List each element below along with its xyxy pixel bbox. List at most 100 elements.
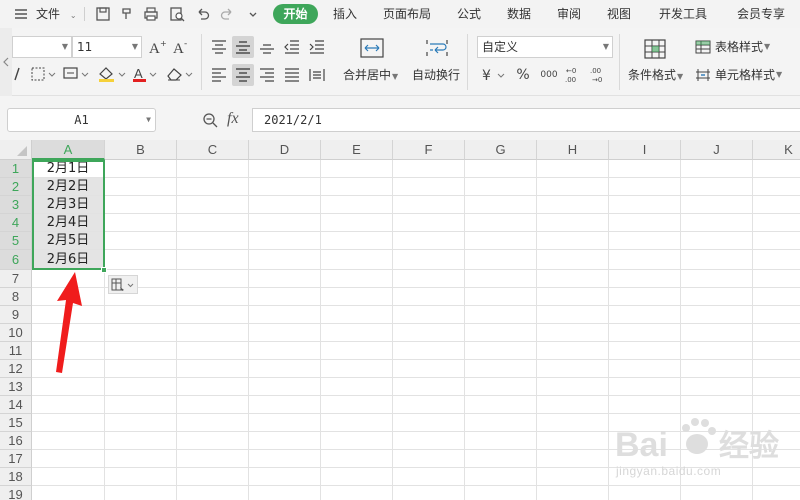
save-icon[interactable] (94, 5, 112, 23)
row-header-17[interactable]: 17 (0, 450, 32, 468)
clear-format-button[interactable] (164, 64, 196, 84)
currency-format-button[interactable]: ¥ (480, 64, 508, 86)
column-header-i[interactable]: I (609, 140, 681, 160)
format-painter-icon[interactable] (118, 5, 136, 23)
row-header-1[interactable]: 1 (0, 160, 32, 178)
column-header-e[interactable]: E (321, 140, 393, 160)
name-box[interactable]: A1 ▼ (7, 108, 156, 132)
distributed-align-button[interactable] (306, 64, 328, 86)
row-header-2[interactable]: 2 (0, 178, 32, 196)
align-left-button[interactable] (208, 64, 230, 86)
column-header-b[interactable]: B (105, 140, 177, 160)
row-header-14[interactable]: 14 (0, 396, 32, 414)
tab-formulas[interactable]: 公式 (457, 0, 481, 28)
increase-indent-button[interactable] (306, 36, 328, 58)
font-name-select[interactable]: ▼ (12, 36, 72, 58)
tab-developer[interactable]: 开发工具 (659, 0, 707, 28)
column-header-f[interactable]: F (393, 140, 465, 160)
row-header-15[interactable]: 15 (0, 414, 32, 432)
row-header-6[interactable]: 6 (0, 250, 32, 270)
column-header-g[interactable]: G (465, 140, 537, 160)
quick-access-dropdown-icon[interactable] (244, 5, 262, 23)
borders-button[interactable] (30, 64, 58, 84)
percent-format-button[interactable]: % (512, 64, 534, 86)
zoom-search-icon[interactable] (200, 110, 220, 130)
font-color-button[interactable]: A (130, 64, 160, 84)
fill-color-button[interactable] (96, 64, 130, 84)
conditional-format-button[interactable]: 条件格式▼ (628, 66, 683, 83)
spreadsheet-grid[interactable]: A B C D E F G H I J K 1 2 3 4 5 6 7 8 9 … (0, 140, 800, 500)
file-menu[interactable]: 文件 ⌄ (36, 0, 77, 28)
row-header-3[interactable]: 3 (0, 196, 32, 214)
formula-input[interactable]: 2021/2/1 (252, 108, 800, 132)
tab-review[interactable]: 审阅 (557, 0, 581, 28)
insert-function-button[interactable]: fx (227, 110, 239, 128)
cell-style-button[interactable]: 单元格样式 ▼ (695, 66, 782, 83)
cell-a6[interactable]: 2月6日 (32, 250, 104, 269)
table-style-button[interactable]: 表格样式 ▼ (695, 38, 770, 55)
gridline (32, 287, 800, 288)
align-top-button[interactable] (208, 36, 230, 58)
print-preview-icon[interactable] (168, 5, 186, 23)
chevron-down-icon: ⌄ (69, 11, 77, 20)
conditional-format-icon[interactable] (640, 36, 670, 62)
thousands-separator-button[interactable]: 000 (537, 64, 561, 86)
column-header-c[interactable]: C (177, 140, 249, 160)
undo-icon[interactable] (194, 5, 212, 23)
column-header-a[interactable]: A (32, 140, 105, 160)
align-right-button[interactable] (256, 64, 278, 86)
row-header-9[interactable]: 9 (0, 306, 32, 324)
wrap-text-button[interactable]: 自动换行 (412, 66, 460, 83)
align-middle-button[interactable] (232, 36, 254, 58)
auto-fill-options-button[interactable] (108, 275, 138, 294)
font-size-select[interactable]: 11 ▼ (72, 36, 142, 58)
tab-page-layout[interactable]: 页面布局 (383, 0, 431, 28)
row-header-5[interactable]: 5 (0, 232, 32, 250)
cell-a5[interactable]: 2月5日 (32, 232, 104, 249)
increase-font-size-button[interactable]: A + (148, 36, 168, 58)
tab-view[interactable]: 视图 (607, 0, 631, 28)
tab-insert[interactable]: 插入 (333, 0, 357, 28)
number-format-select[interactable]: 自定义 ▼ (477, 36, 613, 58)
align-center-button[interactable] (232, 64, 254, 86)
column-header-j[interactable]: J (681, 140, 753, 160)
ribbon-scroll-left-button[interactable] (0, 28, 12, 96)
row-header-19[interactable]: 19 (0, 486, 32, 500)
row-header-12[interactable]: 12 (0, 360, 32, 378)
cell-a2[interactable]: 2月2日 (32, 178, 104, 195)
cell-fill-format-button[interactable] (62, 64, 92, 84)
print-icon[interactable] (142, 5, 160, 23)
decrease-decimal-button[interactable]: .00 →0 (588, 64, 610, 86)
select-all-corner[interactable] (0, 140, 32, 160)
column-header-d[interactable]: D (249, 140, 321, 160)
align-bottom-button[interactable] (256, 36, 278, 58)
merge-center-icon[interactable] (355, 34, 389, 62)
redo-icon[interactable] (218, 5, 236, 23)
fill-handle[interactable] (101, 267, 107, 273)
row-header-11[interactable]: 11 (0, 342, 32, 360)
tab-data[interactable]: 数据 (507, 0, 531, 28)
row-header-4[interactable]: 4 (0, 214, 32, 232)
row-header-13[interactable]: 13 (0, 378, 32, 396)
row-header-10[interactable]: 10 (0, 324, 32, 342)
chevron-down-icon: ▼ (764, 42, 771, 51)
row-header-18[interactable]: 18 (0, 468, 32, 486)
cell-a1[interactable]: 2月1日 (32, 161, 104, 177)
cell-a4[interactable]: 2月4日 (32, 214, 104, 231)
hamburger-menu-icon[interactable] (12, 5, 30, 23)
wrap-text-icon[interactable] (422, 34, 452, 62)
increase-decimal-button[interactable]: ←0.00 (563, 64, 585, 86)
column-header-h[interactable]: H (537, 140, 609, 160)
tab-home[interactable]: 开始 (273, 4, 318, 24)
row-header-16[interactable]: 16 (0, 432, 32, 450)
row-header-8[interactable]: 8 (0, 288, 32, 306)
row-header-7[interactable]: 7 (0, 270, 32, 288)
italic-button[interactable] (10, 64, 24, 84)
column-header-k[interactable]: K (753, 140, 800, 160)
decrease-font-size-button[interactable]: A- (172, 36, 192, 58)
justify-button[interactable] (281, 64, 303, 86)
decrease-indent-button[interactable] (281, 36, 303, 58)
tab-membership[interactable]: 会员专享 (737, 0, 785, 28)
cell-a3[interactable]: 2月3日 (32, 196, 104, 213)
merge-center-button[interactable]: 合并居中▼ (343, 66, 398, 83)
